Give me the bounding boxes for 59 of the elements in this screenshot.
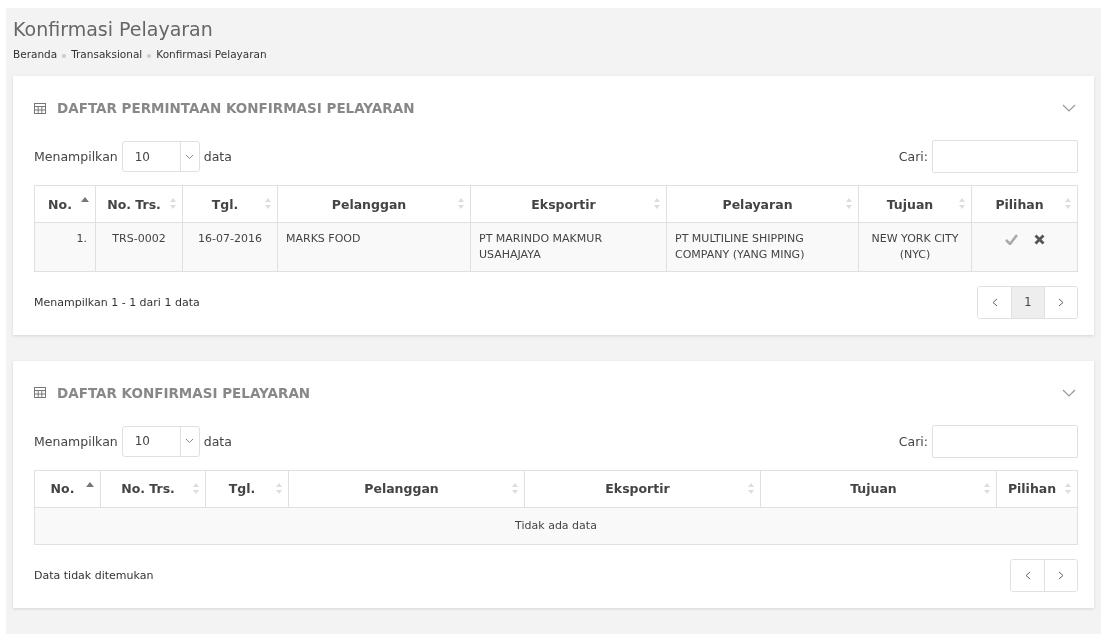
- table-cell: TRS-0002: [95, 222, 183, 272]
- page-length-select[interactable]: 10: [121, 141, 200, 172]
- panel-title: DAFTAR KONFIRMASI PELAYARAN: [57, 384, 312, 401]
- column-header[interactable]: Tgl.: [182, 185, 278, 223]
- breadcrumb-separator-dot: [62, 54, 67, 58]
- column-header[interactable]: Eksportir: [470, 185, 667, 223]
- page-button[interactable]: 1: [1011, 286, 1044, 318]
- table-cell: 1.: [34, 222, 96, 272]
- table-cell: PT MARINDO MAKMUR USAHAJAYA: [470, 222, 667, 272]
- column-header[interactable]: No.: [34, 185, 96, 223]
- empty-table-message: Tidak ada data: [34, 507, 1078, 545]
- column-header[interactable]: Pelanggan: [277, 185, 471, 223]
- column-header[interactable]: Pelayaran: [666, 185, 859, 223]
- chevron-right-icon: [1058, 570, 1064, 580]
- search-field[interactable]: [932, 140, 1078, 173]
- table-cell: MARKS FOOD: [277, 222, 471, 272]
- table-icon: [34, 102, 46, 114]
- column-header[interactable]: No.: [34, 470, 101, 508]
- breadcrumb-link[interactable]: Konfirmasi Pelayaran: [156, 48, 267, 60]
- search-field[interactable]: [932, 424, 1078, 458]
- table-info: Menampilkan 1 - 1 dari 1 data: [34, 295, 200, 309]
- column-header[interactable]: Tujuan: [760, 470, 997, 508]
- column-header[interactable]: Tujuan: [858, 185, 972, 223]
- column-header[interactable]: Pilihan: [996, 470, 1078, 508]
- length-suffix: data: [203, 149, 232, 164]
- search-label: Cari:: [898, 433, 928, 449]
- table-cell: PT MULTILINE SHIPPING COMPANY (YANG MING): [666, 222, 859, 272]
- table-icon: [34, 387, 46, 399]
- page-title: Konfirmasi Pelayaran: [13, 18, 214, 40]
- column-header[interactable]: Eksportir: [524, 470, 761, 508]
- length-suffix: data: [203, 433, 232, 449]
- cross-icon[interactable]: [1033, 233, 1045, 245]
- page-length-select[interactable]: 10: [121, 425, 200, 457]
- panel-title: DAFTAR PERMINTAAN KONFIRMASI PELAYARAN: [57, 100, 416, 116]
- chevron-down-icon: [1062, 104, 1076, 112]
- column-header[interactable]: No. Trs.: [100, 470, 206, 508]
- next-page-button[interactable]: [1044, 286, 1077, 318]
- length-label: Menampilkan: [34, 433, 118, 449]
- column-header[interactable]: Tgl.: [205, 470, 289, 508]
- column-header[interactable]: No. Trs.: [95, 185, 183, 223]
- table-info: Data tidak ditemukan: [34, 568, 154, 582]
- chevron-left-icon: [991, 297, 998, 307]
- table-cell: 16-07-2016: [182, 222, 278, 272]
- collapse-button[interactable]: [1060, 102, 1078, 114]
- chevron-down-icon: [1062, 388, 1076, 397]
- breadcrumb-separator-dot: [147, 54, 152, 58]
- chevron-right-icon: [1058, 297, 1064, 307]
- checkmark-icon[interactable]: [1004, 233, 1018, 245]
- caret-icon: [185, 153, 195, 160]
- caret-icon: [185, 438, 195, 445]
- table-cell: NEW YORK CITY (NYC): [858, 222, 972, 272]
- breadcrumb-link[interactable]: Transaksional: [71, 48, 143, 60]
- column-header[interactable]: Pilihan: [971, 185, 1078, 223]
- chevron-left-icon: [1024, 570, 1031, 580]
- breadcrumb-link[interactable]: Beranda: [13, 48, 58, 60]
- next-page-button[interactable]: [1044, 559, 1077, 591]
- length-label: Menampilkan: [34, 149, 118, 164]
- search-label: Cari:: [898, 149, 928, 164]
- column-header[interactable]: Pelanggan: [288, 470, 525, 508]
